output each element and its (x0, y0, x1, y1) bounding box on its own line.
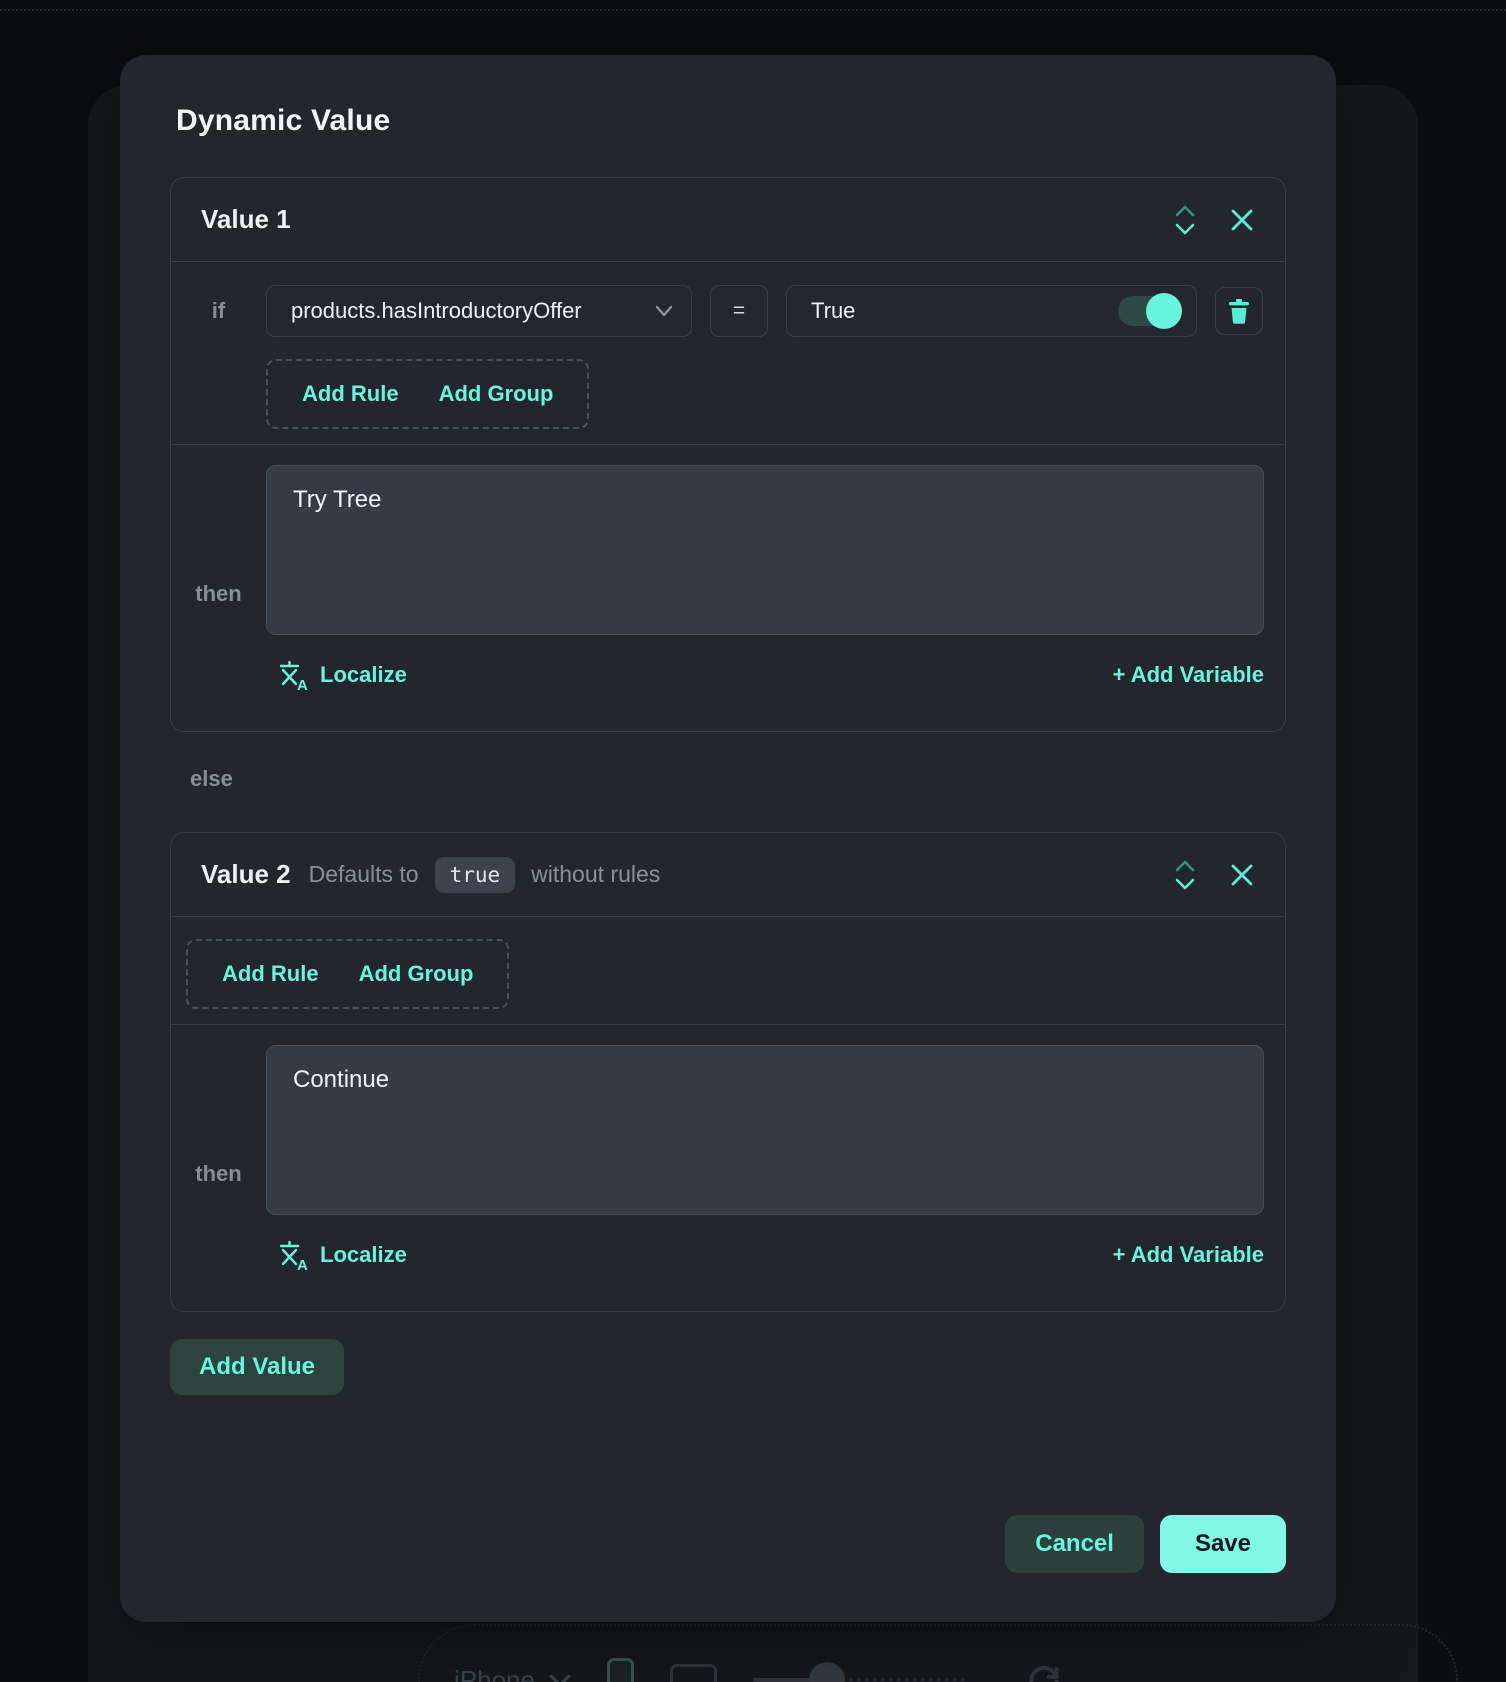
sort-arrows-icon (1173, 858, 1197, 892)
if-label: if (171, 298, 266, 324)
sort-arrows-icon (1173, 203, 1197, 237)
add-group-button[interactable]: Add Group (359, 961, 474, 987)
value-1-title: Value 1 (201, 204, 291, 235)
card-divider (171, 444, 1285, 445)
add-rule-button[interactable]: Add Rule (222, 961, 319, 987)
then-label: then (171, 465, 266, 635)
add-rule-group-box: Add Rule Add Group (186, 939, 509, 1009)
slider-thumb[interactable] (809, 1662, 845, 1682)
add-value-button[interactable]: Add Value (170, 1339, 344, 1395)
add-group-button[interactable]: Add Group (439, 381, 554, 407)
trash-icon (1227, 298, 1251, 324)
card-divider (171, 1024, 1285, 1025)
localize-button[interactable]: A Localize (278, 1239, 407, 1271)
device-preview-toolbar: iPhone (418, 1624, 1458, 1682)
reorder-button[interactable] (1173, 203, 1197, 237)
portrait-orientation-icon[interactable] (607, 1658, 634, 1682)
toggle-knob (1146, 293, 1182, 329)
dynamic-value-modal: Dynamic Value Value 1 (120, 55, 1336, 1622)
localize-row: A Localize + Add Variable (278, 659, 1264, 691)
close-icon (1229, 862, 1255, 888)
svg-text:A: A (297, 1257, 308, 1271)
chevron-down-icon (655, 305, 673, 317)
localize-button[interactable]: A Localize (278, 659, 407, 691)
remove-value-button[interactable] (1229, 207, 1255, 233)
remove-value-button[interactable] (1229, 862, 1255, 888)
value-2-header: Value 2 Defaults to true without rules (171, 833, 1285, 917)
condition-row: if products.hasIntroductoryOffer = True (171, 285, 1285, 337)
value-text-input[interactable]: Continue (266, 1045, 1264, 1215)
modal-title: Dynamic Value (176, 103, 1286, 139)
modal-footer: Cancel Save (170, 1515, 1286, 1573)
condition-value-field[interactable]: True (786, 285, 1197, 337)
defaults-note: Defaults to true without rules (309, 857, 661, 893)
landscape-orientation-icon[interactable] (670, 1664, 717, 1682)
add-variable-button[interactable]: + Add Variable (1113, 662, 1264, 688)
save-button[interactable]: Save (1160, 1515, 1286, 1573)
dotted-divider-top (0, 9, 1506, 11)
condition-value-text: True (811, 298, 855, 324)
defaults-value-pill: true (435, 857, 516, 893)
value-1-header: Value 1 (171, 178, 1285, 262)
defaults-suffix: without rules (531, 861, 660, 888)
else-label: else (190, 765, 1286, 792)
then-label: then (171, 1045, 266, 1215)
localize-label: Localize (320, 1242, 407, 1268)
localize-row: A Localize + Add Variable (278, 1239, 1264, 1271)
reorder-button[interactable] (1173, 858, 1197, 892)
boolean-toggle[interactable] (1118, 296, 1180, 326)
condition-field-select[interactable]: products.hasIntroductoryOffer (266, 285, 692, 337)
then-row: then Continue (171, 1045, 1285, 1215)
condition-field-value: products.hasIntroductoryOffer (291, 298, 582, 324)
add-rule-button[interactable]: Add Rule (302, 381, 399, 407)
value-text-input[interactable]: Try Tree (266, 465, 1264, 635)
refresh-icon[interactable] (1025, 1661, 1063, 1682)
condition-operator[interactable]: = (710, 285, 768, 337)
cancel-button[interactable]: Cancel (1005, 1515, 1144, 1573)
translate-icon: A (278, 1239, 308, 1271)
screen: iPhone Dynamic Value Value 1 (0, 0, 1506, 1682)
chevron-down-icon (549, 1673, 571, 1682)
defaults-prefix: Defaults to (309, 861, 419, 888)
add-rule-group-box: Add Rule Add Group (266, 359, 589, 429)
operator-value: = (733, 299, 745, 323)
value-card-2: Value 2 Defaults to true without rules (170, 832, 1286, 1312)
svg-text:A: A (297, 677, 308, 691)
device-selector[interactable]: iPhone (454, 1665, 571, 1682)
zoom-slider[interactable] (753, 1662, 965, 1682)
add-variable-button[interactable]: + Add Variable (1113, 1242, 1264, 1268)
close-icon (1229, 207, 1255, 233)
then-row: then Try Tree (171, 465, 1285, 635)
translate-icon: A (278, 659, 308, 691)
localize-label: Localize (320, 662, 407, 688)
device-selector-label: iPhone (454, 1665, 535, 1682)
value-card-1: Value 1 if (170, 177, 1286, 732)
value-2-title: Value 2 (201, 859, 291, 890)
delete-rule-button[interactable] (1215, 287, 1263, 335)
